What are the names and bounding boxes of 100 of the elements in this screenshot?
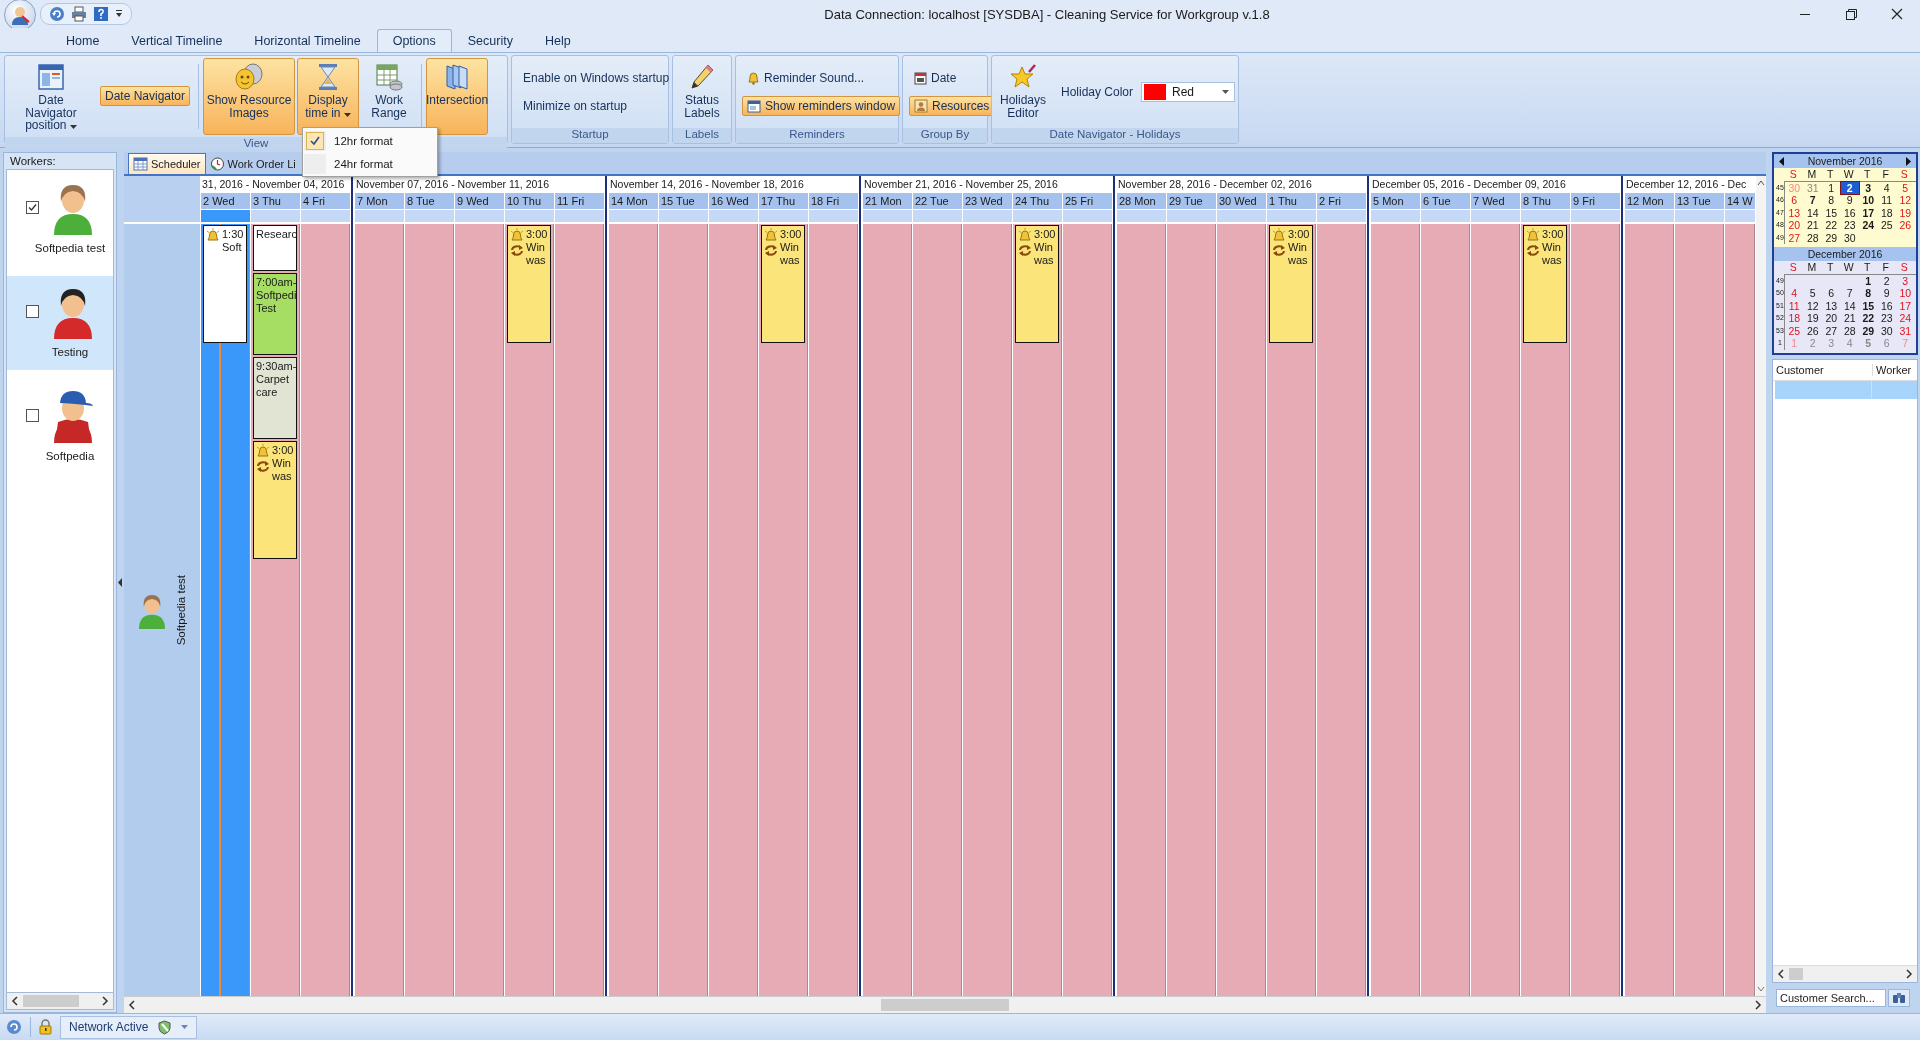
calendar-day[interactable]: 30 [1877, 324, 1896, 337]
horizontal-scrollbar[interactable] [6, 993, 114, 1010]
calendar-day[interactable]: 5 [1803, 287, 1822, 300]
column-header[interactable]: Worker [1872, 363, 1917, 376]
checkbox[interactable] [25, 200, 39, 214]
calendar-day[interactable]: 17 [1859, 206, 1878, 219]
calendar-day[interactable]: 3 [1896, 274, 1915, 287]
calendar-day[interactable]: 9 [1877, 287, 1896, 300]
scrollbar-thumb[interactable] [23, 995, 79, 1007]
status-labels-button[interactable]: Status Labels [676, 58, 728, 126]
printer-icon[interactable] [71, 6, 87, 22]
arrow-right-icon[interactable] [101, 996, 109, 1006]
calendar-day[interactable]: 19 [1803, 312, 1822, 325]
calendar-day[interactable]: 20 [1785, 219, 1804, 232]
date-navigator-button[interactable]: Date Navigator [100, 86, 191, 107]
calendar-day[interactable]: 14 [1840, 299, 1859, 312]
arrow-left-icon[interactable] [11, 996, 19, 1006]
horizontal-scrollbar[interactable] [124, 996, 1766, 1013]
arrow-right-icon[interactable] [1905, 156, 1911, 166]
calendar-day[interactable]: 22 [1859, 312, 1878, 325]
calendar-day[interactable]: 30 [1840, 231, 1859, 244]
appointment[interactable]: 3:00 Win was [1269, 225, 1313, 343]
calendar-day[interactable]: 22 [1822, 219, 1841, 232]
calendar-day[interactable]: 5 [1896, 181, 1915, 194]
calendar-day[interactable]: 15 [1859, 299, 1878, 312]
calendar-day[interactable]: 25 [1877, 219, 1896, 232]
calendar-day[interactable]: 12 [1896, 194, 1915, 207]
calendar-day[interactable]: 14 [1803, 206, 1822, 219]
scrollbar-thumb[interactable] [1789, 968, 1803, 980]
calendar-day[interactable]: 24 [1896, 312, 1915, 325]
arrow-down-icon[interactable] [1757, 986, 1765, 992]
calendar-day[interactable]: 6 [1785, 194, 1804, 207]
calendar-day[interactable]: 17 [1896, 299, 1915, 312]
calendar-day[interactable]: 4 [1785, 287, 1804, 300]
calendar-day[interactable]: 3 [1859, 181, 1878, 194]
calendar-day[interactable]: 21 [1840, 312, 1859, 325]
collapse-arrow-icon[interactable] [118, 578, 123, 587]
ribbon-tab[interactable]: Horizontal Timeline [238, 29, 377, 52]
calendar-day[interactable]: 11 [1785, 299, 1804, 312]
ribbon-tab[interactable]: Home [50, 29, 116, 52]
help-icon[interactable] [93, 6, 109, 22]
worker-item[interactable]: Testing [7, 276, 113, 370]
arrow-right-icon[interactable] [1754, 1000, 1762, 1010]
appointment[interactable]: 3:00 Win was [1015, 225, 1059, 343]
appointment[interactable]: 3:00 Win was [253, 441, 297, 559]
document-tab[interactable]: Work Order Li [205, 154, 300, 174]
startup-option-button[interactable]: Minimize on startup [518, 96, 633, 116]
vertical-scrollbar[interactable] [1756, 176, 1766, 996]
group-by-option-button[interactable]: Date [909, 68, 962, 88]
calendar-day[interactable]: 4 [1877, 181, 1896, 194]
calendar-day[interactable]: 13 [1822, 299, 1841, 312]
calendar-day[interactable]: 23 [1840, 219, 1859, 232]
refresh-icon[interactable] [49, 6, 65, 22]
calendar-day[interactable]: 16 [1840, 206, 1859, 219]
calendar-day[interactable]: 31 [1803, 181, 1822, 194]
display-time-in-button[interactable]: Display time in [297, 58, 360, 135]
calendar-day[interactable]: 7 [1803, 194, 1822, 207]
calendar-day[interactable]: 2 [1877, 274, 1896, 287]
refresh-icon[interactable] [6, 1019, 22, 1035]
customer-search-field[interactable]: Customer Search... [1776, 989, 1886, 1007]
arrow-right-icon[interactable] [1905, 969, 1913, 979]
worker-item[interactable]: Softpedia [7, 380, 113, 474]
customize-caret-icon[interactable] [115, 9, 123, 19]
intersection-button[interactable]: Intersection [426, 58, 489, 135]
calendar-day[interactable]: 26 [1803, 324, 1822, 337]
calendar-day[interactable]: 19 [1896, 206, 1915, 219]
holidays-editor-button[interactable]: Holidays Editor [995, 58, 1051, 126]
reminder-sound-button[interactable]: Reminder Sound... [742, 68, 870, 88]
calendar-day[interactable]: 31 [1896, 324, 1915, 337]
menu-item[interactable]: 24hr format [304, 152, 436, 175]
calendar-day[interactable]: 26 [1896, 219, 1915, 232]
appointment[interactable]: 3:00 Win was [761, 225, 805, 343]
startup-option-button[interactable]: Enable on Windows startup [518, 68, 675, 88]
arrow-left-icon[interactable] [128, 1000, 136, 1010]
calendar-day[interactable]: 13 [1785, 206, 1804, 219]
calendar-day[interactable]: 8 [1859, 287, 1878, 300]
calendar-day[interactable]: 8 [1822, 194, 1841, 207]
horizontal-scrollbar[interactable] [1773, 965, 1917, 982]
calendar-day[interactable]: 28 [1803, 231, 1822, 244]
calendar-day[interactable]: 28 [1840, 324, 1859, 337]
calendar-day[interactable]: 29 [1859, 324, 1878, 337]
appointment[interactable]: Researc [253, 225, 297, 271]
calendar-day[interactable]: 10 [1896, 287, 1915, 300]
checkbox[interactable] [25, 408, 39, 422]
calendar-day[interactable]: 16 [1877, 299, 1896, 312]
calendar-day[interactable]: 18 [1877, 206, 1896, 219]
calendar-day[interactable]: 24 [1859, 219, 1878, 232]
ribbon-tab[interactable]: Security [451, 29, 529, 52]
calendar-day[interactable]: 23 [1877, 312, 1896, 325]
calendar-day[interactable]: 1 [1859, 274, 1878, 287]
column-header[interactable]: Customer [1773, 363, 1872, 376]
calendar-day[interactable]: 11 [1877, 194, 1896, 207]
calendar-day[interactable]: 25 [1785, 324, 1804, 337]
scrollbar-thumb[interactable] [881, 999, 1009, 1011]
holiday-color-dropdown[interactable]: Red [1141, 82, 1235, 102]
worker-item[interactable]: Softpedia test [7, 172, 113, 266]
arrow-left-icon[interactable] [1777, 969, 1785, 979]
checkbox[interactable] [25, 304, 39, 318]
calendar-day[interactable]: 27 [1785, 231, 1804, 244]
appointment[interactable]: 1:30 Soft [203, 225, 247, 343]
